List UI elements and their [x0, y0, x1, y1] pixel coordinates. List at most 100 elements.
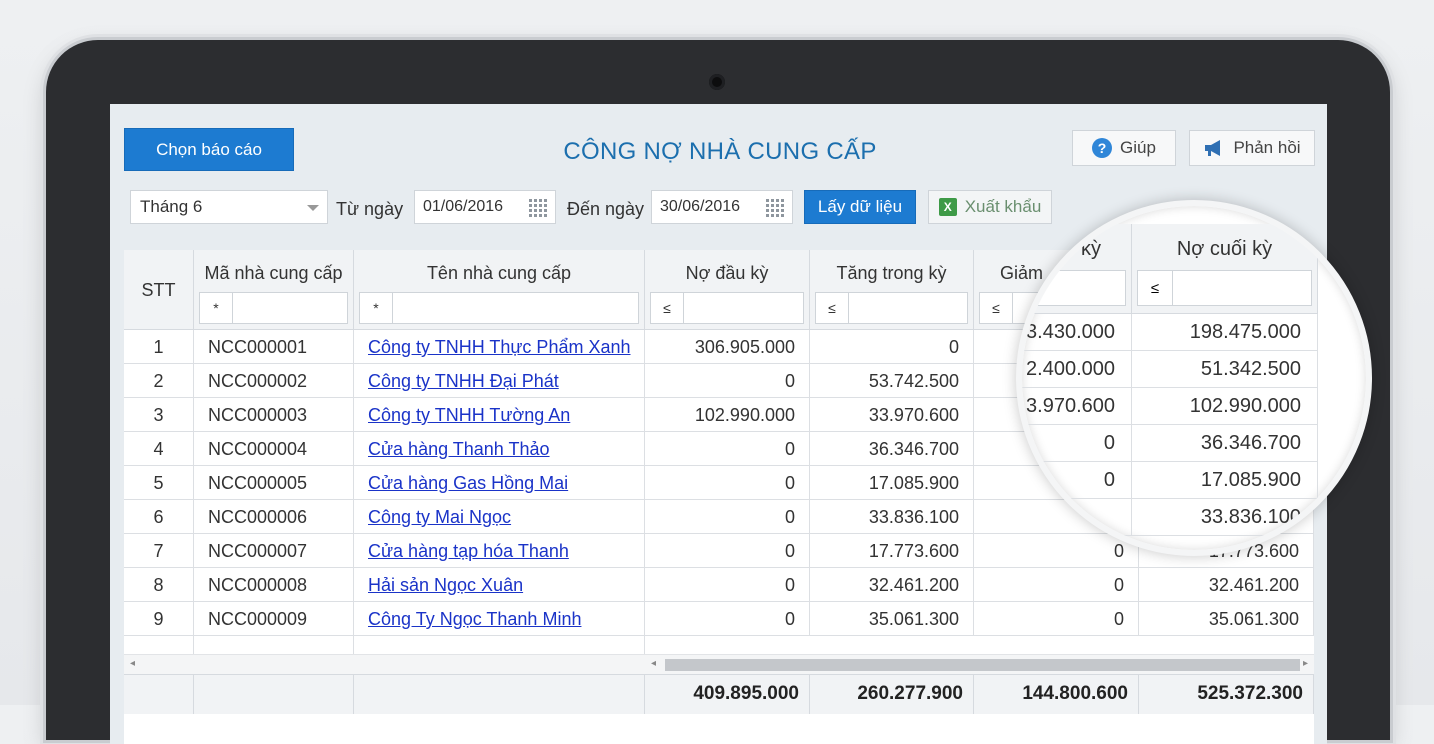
cell-stt: 3 [124, 398, 194, 432]
mag-cell-closing: 51.342.500 [1132, 351, 1318, 388]
cell-increase: 33.970.600 [810, 398, 974, 432]
top-toolbar: Chọn báo cáo CÔNG NỢ NHÀ CUNG CẤP ? Giúp… [110, 104, 1327, 176]
mag-cell-decrease: 3.430.000 [1022, 314, 1132, 351]
cell-stt: 7 [124, 534, 194, 568]
supplier-name-link[interactable]: Công ty Mai Ngọc [368, 507, 511, 527]
mag-header-decrease: kỳ [1022, 224, 1132, 314]
cell-code: NCC000009 [194, 602, 354, 636]
cell-increase: 36.346.700 [810, 432, 974, 466]
header-code: Mã nhà cung cấp * [194, 250, 354, 330]
cell-name: Hải sản Ngọc Xuân [354, 568, 645, 602]
feedback-label: Phản hồi [1233, 138, 1301, 157]
from-date-label: Từ ngày [336, 199, 404, 219]
mag-cell-closing: 17.085.900 [1132, 462, 1318, 499]
mag-header-decrease-label: kỳ [1081, 238, 1101, 260]
left-hscrollbar[interactable]: ◂ [124, 654, 645, 675]
hscroll-thumb[interactable] [665, 659, 1300, 671]
scroll-left-icon[interactable]: ◂ [651, 658, 656, 669]
to-date-value: 30/06/2016 [660, 198, 741, 215]
header-name-label: Tên nhà cung cấp [426, 263, 572, 283]
cell-increase: 53.742.500 [810, 364, 974, 398]
mag-cell-closing: 102.990.000 [1132, 388, 1318, 425]
cell-code: NCC000006 [194, 500, 354, 534]
from-date-input[interactable]: 01/06/2016 [414, 190, 556, 224]
mag-cell-closing: 33.836.100 [1132, 499, 1318, 536]
total-decrease: 144.800.600 [974, 674, 1139, 714]
fetch-data-button[interactable]: Lấy dữ liệu [804, 190, 916, 224]
supplier-name-link[interactable]: Công ty TNHH Đại Phát [368, 371, 559, 391]
header-stt: STT [124, 250, 194, 330]
mag-decrease-filter[interactable] [1022, 270, 1126, 306]
cell-name: Công ty TNHH Đại Phát [354, 364, 645, 398]
code-filter-op[interactable]: * [200, 293, 233, 323]
header-opening-label: Nợ đầu kỳ [685, 263, 769, 283]
opening-filter-op[interactable]: ≤ [651, 293, 684, 323]
question-icon: ? [1092, 138, 1113, 158]
mag-cell-decrease: 0 [1022, 425, 1132, 462]
increase-filter-input[interactable]: ≤ [815, 292, 968, 324]
cell-closing: 32.461.200 [1139, 568, 1314, 602]
calendar-icon[interactable] [766, 199, 786, 217]
name-filter-input[interactable]: * [359, 292, 639, 324]
calendar-icon[interactable] [529, 199, 549, 217]
magnifier-loupe: kỳ Nợ cuối kỳ ≤ 3.430.000 198.475.000 2.40… [1016, 200, 1372, 556]
cell-code: NCC000003 [194, 398, 354, 432]
to-date-input[interactable]: 30/06/2016 [651, 190, 793, 224]
decrease-filter-op[interactable]: ≤ [980, 293, 1013, 323]
help-label: Giúp [1120, 138, 1156, 157]
feedback-button[interactable]: Phản hồi [1189, 130, 1315, 166]
cell-opening: 0 [645, 466, 810, 500]
cell-stt: 9 [124, 602, 194, 636]
mag-closing-filter[interactable]: ≤ [1137, 270, 1312, 306]
mag-cell-closing: 198.475.000 [1132, 314, 1318, 351]
code-filter-input[interactable]: * [199, 292, 348, 324]
month-select[interactable]: Tháng 6 [130, 190, 328, 224]
scroll-right-icon[interactable]: ▸ [1303, 658, 1308, 669]
cell-increase: 17.085.900 [810, 466, 974, 500]
cell-name: Công Ty Ngọc Thanh Minh [354, 602, 645, 636]
name-filter-op[interactable]: * [360, 293, 393, 323]
cell-opening: 306.905.000 [645, 330, 810, 364]
mag-cell-closing: 36.346.700 [1132, 425, 1318, 462]
cell-closing: 35.061.300 [1139, 602, 1314, 636]
supplier-name-link[interactable]: Cửa hàng Gas Hồng Mai [368, 473, 568, 493]
mag-cell-decrease: 3.970.600 [1022, 388, 1132, 425]
table-row[interactable]: 9 NCC000009 Công Ty Ngọc Thanh Minh 0 35.061… [124, 602, 1314, 636]
supplier-name-link[interactable]: Công ty TNHH Thực Phẩm Xanh [368, 337, 631, 357]
cell-opening: 0 [645, 432, 810, 466]
cell-code: NCC000005 [194, 466, 354, 500]
scroll-left-icon[interactable]: ◂ [130, 658, 135, 669]
cell-stt: 2 [124, 364, 194, 398]
supplier-name-link[interactable]: Cửa hàng Thanh Thảo [368, 439, 550, 459]
help-button[interactable]: ? Giúp [1072, 130, 1176, 166]
cell-code: NCC000004 [194, 432, 354, 466]
increase-filter-op[interactable]: ≤ [816, 293, 849, 323]
supplier-name-link[interactable]: Công ty TNHH Tường An [368, 405, 570, 425]
cell-code: NCC000007 [194, 534, 354, 568]
cell-increase: 0 [810, 330, 974, 364]
cell-stt: 6 [124, 500, 194, 534]
cell-opening: 0 [645, 500, 810, 534]
mag-closing-filter-op[interactable]: ≤ [1138, 271, 1173, 305]
header-opening: Nợ đầu kỳ ≤ [645, 250, 810, 330]
cell-opening: 0 [645, 602, 810, 636]
page-title: CÔNG NỢ NHÀ CUNG CẤP [563, 138, 877, 165]
total-empty [124, 674, 194, 714]
table-row[interactable]: 8 NCC000008 Hải sản Ngọc Xuân 0 32.461.200 0 3… [124, 568, 1314, 602]
supplier-name-link[interactable]: Công Ty Ngọc Thanh Minh [368, 609, 581, 629]
supplier-name-link[interactable]: Cửa hàng tạp hóa Thanh [368, 541, 569, 561]
opening-filter-input[interactable]: ≤ [650, 292, 804, 324]
cell-name: Công ty Mai Ngọc [354, 500, 645, 534]
from-date-value: 01/06/2016 [423, 198, 504, 215]
supplier-name-link[interactable]: Hải sản Ngọc Xuân [368, 575, 523, 595]
magnifier-content: kỳ Nợ cuối kỳ ≤ 3.430.000 198.475.000 2.40… [1022, 206, 1366, 550]
cell-code: NCC000001 [194, 330, 354, 364]
camera-dot [709, 74, 725, 90]
choose-report-button[interactable]: Chọn báo cáo [124, 128, 294, 171]
header-increase-label: Tăng trong kỳ [836, 263, 947, 283]
right-hscrollbar[interactable]: ◂ ▸ [645, 654, 1314, 675]
cell-decrease: 0 [974, 568, 1139, 602]
total-closing: 525.372.300 [1139, 674, 1314, 714]
total-increase: 260.277.900 [810, 674, 974, 714]
mag-header-closing: Nợ cuối kỳ ≤ [1132, 224, 1318, 314]
